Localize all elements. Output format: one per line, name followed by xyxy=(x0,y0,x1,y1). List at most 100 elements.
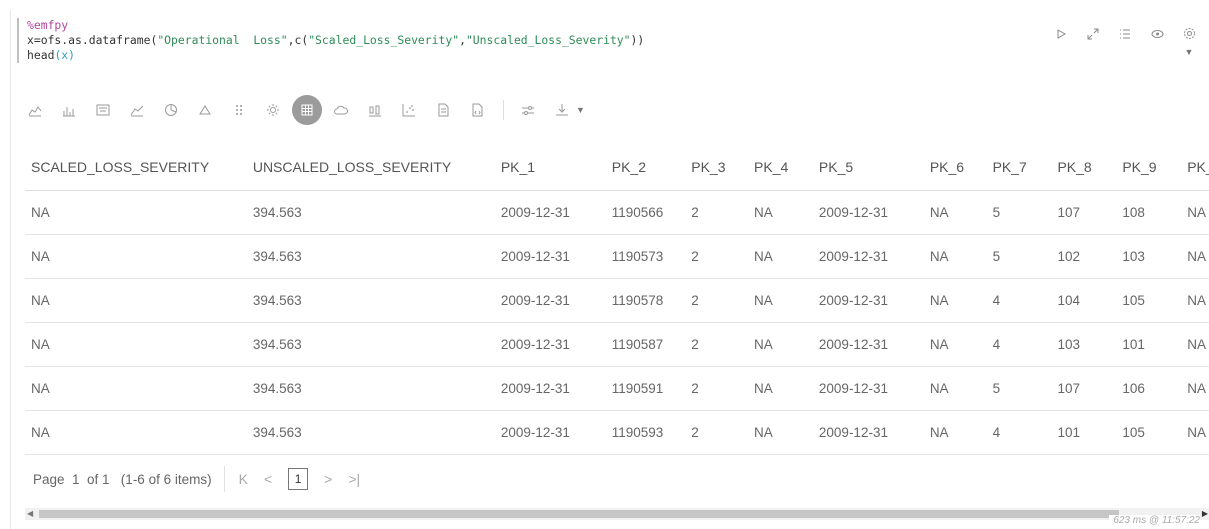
first-page-icon[interactable]: K xyxy=(239,471,248,487)
table-cell: 101 xyxy=(1051,410,1117,455)
last-page-icon[interactable]: >| xyxy=(348,471,360,487)
download-icon[interactable] xyxy=(552,100,572,120)
code-file-icon[interactable] xyxy=(467,100,487,120)
table-row[interactable]: NA 394.563 2009-12-31 1190587 2 NA 2009-12-31 N… xyxy=(25,322,1209,367)
column-header[interactable]: UNSCALED_LOSS_SEVERITY xyxy=(246,144,495,191)
column-header[interactable]: PK_8 xyxy=(1051,144,1117,191)
table-cell: NA xyxy=(923,410,987,455)
gear-icon[interactable]: ▼ xyxy=(1177,24,1201,57)
triangle-chart-icon[interactable] xyxy=(195,100,215,120)
list-numbers-icon[interactable] xyxy=(1113,24,1137,42)
column-header[interactable]: PK_2 xyxy=(605,144,686,191)
expand-icon[interactable] xyxy=(1081,24,1105,42)
column-header[interactable]: PK_5 xyxy=(812,144,924,191)
column-header[interactable]: PK_6 xyxy=(923,144,987,191)
table-row[interactable]: NA 394.563 2009-12-31 1190578 2 NA 2009-12-31 N… xyxy=(25,278,1209,323)
prev-page-icon[interactable]: < xyxy=(264,471,272,487)
table-cell: 2009-12-31 xyxy=(812,366,924,411)
bar-chart-icon[interactable] xyxy=(59,100,79,120)
table-cell: NA xyxy=(1181,234,1209,279)
pager-divider xyxy=(223,466,225,492)
code-token: , xyxy=(459,33,466,47)
table-cell: 5 xyxy=(986,366,1052,411)
pagination: Page 1 of 1 (1-6 of 6 items) K < 1 > >| xyxy=(33,465,376,493)
visualization-toolbar: ▼ xyxy=(25,94,595,126)
table-cell: 4 xyxy=(986,410,1052,455)
table-cell: NA xyxy=(25,410,247,455)
table-cell: NA xyxy=(1181,366,1209,411)
table-cell: NA xyxy=(923,234,987,279)
table-cell: 2009-12-31 xyxy=(494,366,606,411)
table-row[interactable]: NA 394.563 2009-12-31 1190573 2 NA 2009-12-31 N… xyxy=(25,234,1209,279)
column-header[interactable]: PK_ xyxy=(1181,144,1209,191)
code-token: %emfpy xyxy=(27,18,69,32)
table-cell: 2 xyxy=(685,190,749,235)
sun-burst-icon[interactable] xyxy=(263,100,283,120)
scatter-chart-icon[interactable] xyxy=(399,100,419,120)
table-cell: 2009-12-31 xyxy=(812,190,924,235)
table-cell: NA xyxy=(1181,190,1209,235)
horizontal-scrollbar[interactable]: ◀ ▶ xyxy=(25,508,1209,520)
column-header[interactable]: PK_1 xyxy=(494,144,606,191)
paragraph-controls: ▼ xyxy=(1041,24,1201,57)
table-cell: 102 xyxy=(1051,234,1117,279)
settings-sliders-icon[interactable] xyxy=(518,100,538,120)
table-cell: 2009-12-31 xyxy=(812,278,924,323)
scrollbar-thumb[interactable] xyxy=(39,510,1119,518)
notebook-paragraph: %emfpy x=ofs.as.dataframe("Operational Lo… xyxy=(10,10,1209,529)
table-cell: 1190573 xyxy=(605,234,686,279)
scroll-left-icon[interactable]: ◀ xyxy=(27,508,33,520)
table-row[interactable]: NA 394.563 2009-12-31 1190591 2 NA 2009-12-31 N… xyxy=(25,366,1209,411)
table-cell: 394.563 xyxy=(246,190,495,235)
column-header[interactable]: SCALED_LOSS_SEVERITY xyxy=(25,144,247,191)
table-cell: NA xyxy=(748,410,813,455)
current-page-button[interactable]: 1 xyxy=(288,468,309,490)
table-cell: 394.563 xyxy=(246,278,495,323)
cloud-icon[interactable] xyxy=(331,100,351,120)
code-token: "Operational Loss" xyxy=(157,33,288,47)
eye-icon[interactable] xyxy=(1145,24,1169,42)
code-token: x=ofs.as.dataframe( xyxy=(27,33,158,47)
column-header[interactable]: PK_9 xyxy=(1116,144,1182,191)
document-icon[interactable] xyxy=(433,100,453,120)
table-cell: 105 xyxy=(1116,278,1182,323)
column-header[interactable]: PK_3 xyxy=(685,144,749,191)
scroll-right-icon[interactable]: ▶ xyxy=(1202,508,1208,520)
table-cell: 106 xyxy=(1116,366,1182,411)
table-row[interactable]: NA 394.563 2009-12-31 1190593 2 NA 2009-12-31 N… xyxy=(25,410,1209,455)
table-cell: 394.563 xyxy=(246,234,495,279)
table-cell: 5 xyxy=(986,234,1052,279)
table-cell: 107 xyxy=(1051,366,1117,411)
chevron-down-icon[interactable]: ▼ xyxy=(1185,47,1194,57)
table-cell: 2009-12-31 xyxy=(494,322,606,367)
table-cell: NA xyxy=(748,234,813,279)
funnel-chart-icon[interactable] xyxy=(93,100,113,120)
next-page-icon[interactable]: > xyxy=(324,471,332,487)
area-chart-icon[interactable] xyxy=(127,100,147,120)
table-icon[interactable] xyxy=(292,95,322,125)
result-table[interactable]: SCALED_LOSS_SEVERITY UNSCALED_LOSS_SEVERI… xyxy=(25,144,1209,455)
table-cell: NA xyxy=(1181,278,1209,323)
table-row[interactable]: NA 394.563 2009-12-31 1190566 2 NA 2009-12-31 N… xyxy=(25,190,1209,235)
scatter-dots-icon[interactable] xyxy=(229,100,249,120)
line-chart-icon[interactable] xyxy=(25,100,45,120)
code-line: x=ofs.as.dataframe("Operational Loss",c(… xyxy=(27,33,917,48)
table-cell: NA xyxy=(1181,322,1209,367)
column-header[interactable]: PK_4 xyxy=(748,144,813,191)
run-icon[interactable] xyxy=(1049,24,1073,42)
table-cell: 2009-12-31 xyxy=(812,322,924,367)
table-cell: NA xyxy=(25,234,247,279)
table-cell: NA xyxy=(923,278,987,323)
table-cell: NA xyxy=(748,190,813,235)
column-header[interactable]: PK_7 xyxy=(986,144,1052,191)
table-cell: 5 xyxy=(986,190,1052,235)
table-cell: 394.563 xyxy=(246,366,495,411)
code-editor[interactable]: %emfpy x=ofs.as.dataframe("Operational Lo… xyxy=(17,18,917,63)
code-token: "Scaled_Loss_Severity" xyxy=(308,33,460,47)
table-cell: NA xyxy=(923,366,987,411)
table-cell: 2009-12-31 xyxy=(812,410,924,455)
chevron-down-icon[interactable]: ▼ xyxy=(576,105,585,115)
execution-timing: 623 ms @ 11:57:22 xyxy=(1109,515,1200,526)
pie-chart-icon[interactable] xyxy=(161,100,181,120)
box-plot-icon[interactable] xyxy=(365,100,385,120)
